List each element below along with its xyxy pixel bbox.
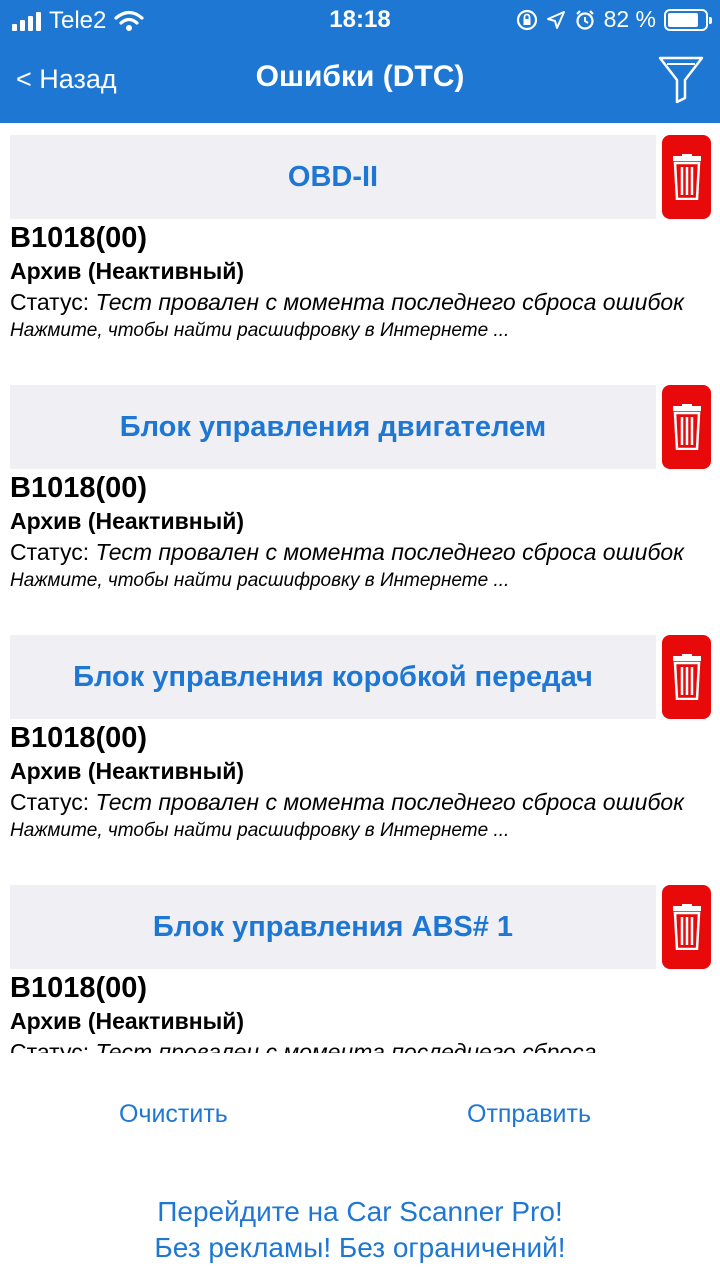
search-hint[interactable]: Нажмите, чтобы найти расшифровку в Интер…: [10, 317, 710, 345]
section-title: Блок управления коробкой передач: [73, 660, 593, 693]
dtc-archive: Архив (Неактивный): [10, 758, 245, 784]
dtc-status: Статус: Тест провален с момента последне…: [10, 1037, 710, 1053]
section-title: OBD-II: [287, 160, 379, 193]
location-icon: [546, 10, 565, 29]
nav-bar: < Назад Ошибки (DTC): [0, 40, 720, 123]
section-title: Блок управления ABS# 1: [152, 910, 514, 943]
search-hint[interactable]: Нажмите, чтобы найти расшифровку в Интер…: [10, 567, 710, 595]
section-title: Блок управления двигателем: [119, 410, 547, 443]
dtc-section: Блок управления ABS# 1 B1018(00) Архив (…: [0, 873, 720, 1053]
filter-icon[interactable]: [658, 54, 704, 104]
orientation-lock-icon: [516, 9, 537, 30]
upgrade-promo-link[interactable]: Перейдите на Car Scanner Pro! Без реклам…: [0, 1194, 720, 1266]
dtc-section: OBD-II B1018(00) Архив (Неактивный) Стат…: [0, 123, 720, 373]
dtc-status: Статус: Тест провален с момента последне…: [10, 787, 710, 817]
status-prefix: Статус:: [10, 1039, 90, 1053]
page-title: Ошибки (DTC): [255, 60, 465, 93]
dtc-code: B1018(00): [10, 722, 148, 754]
trash-icon: [672, 904, 701, 950]
dtc-section: Блок управления коробкой передач B1018(0…: [0, 623, 720, 873]
dtc-status: Статус: Тест провален с момента последне…: [10, 287, 710, 317]
trash-icon: [672, 654, 701, 700]
dtc-code: B1018(00): [10, 222, 148, 254]
section-header: Блок управления двигателем: [10, 385, 656, 469]
delete-button[interactable]: [662, 885, 711, 969]
dtc-archive: Архив (Неактивный): [10, 1008, 245, 1034]
delete-button[interactable]: [662, 385, 711, 469]
alarm-icon: [575, 9, 594, 30]
send-button[interactable]: Отправить: [467, 1100, 591, 1129]
section-header: Блок управления ABS# 1: [10, 885, 656, 969]
status-text: Тест провален с момента последнего сброс…: [95, 289, 685, 315]
section-header: OBD-II: [10, 135, 656, 219]
delete-button[interactable]: [662, 635, 711, 719]
battery-percent: 82 %: [603, 6, 656, 32]
top-bar: Tele2 18:18 82 % < Назад Ошибки (DTC): [0, 0, 720, 123]
dtc-list[interactable]: OBD-II B1018(00) Архив (Неактивный) Стат…: [0, 123, 720, 1053]
status-prefix: Статус:: [10, 539, 90, 565]
trash-icon: [672, 154, 701, 200]
status-prefix: Статус:: [10, 789, 90, 815]
dtc-entry[interactable]: B1018(00) Архив (Неактивный) Статус: Тес…: [10, 221, 710, 345]
search-hint[interactable]: Нажмите, чтобы найти расшифровку в Интер…: [10, 817, 710, 845]
status-text: Тест провален с момента последнего сброс…: [95, 789, 685, 815]
status-text: Тест провален с момента последнего сброс…: [95, 539, 685, 565]
status-right: 82 %: [516, 6, 712, 33]
dtc-entry[interactable]: B1018(00) Архив (Неактивный) Статус: Тес…: [10, 471, 710, 595]
status-text: Тест провален с момента последнего сброс…: [95, 1039, 597, 1053]
delete-button[interactable]: [662, 135, 711, 219]
dtc-code: B1018(00): [10, 972, 148, 1004]
status-bar: Tele2 18:18 82 %: [0, 0, 720, 40]
promo-line-1: Перейдите на Car Scanner Pro!: [157, 1196, 563, 1227]
dtc-entry[interactable]: B1018(00) Архив (Неактивный) Статус: Тес…: [10, 721, 710, 845]
battery-icon: [664, 8, 712, 31]
dtc-section: Блок управления двигателем B1018(00) Арх…: [0, 373, 720, 623]
clear-button[interactable]: Очистить: [119, 1100, 228, 1129]
dtc-archive: Архив (Неактивный): [10, 508, 245, 534]
section-header: Блок управления коробкой передач: [10, 635, 656, 719]
dtc-entry[interactable]: B1018(00) Архив (Неактивный) Статус: Тес…: [10, 971, 710, 1053]
dtc-status: Статус: Тест провален с момента последне…: [10, 537, 710, 567]
promo-line-2: Без рекламы! Без ограничений!: [154, 1232, 566, 1263]
status-prefix: Статус:: [10, 289, 90, 315]
trash-icon: [672, 404, 701, 450]
dtc-archive: Архив (Неактивный): [10, 258, 245, 284]
dtc-code: B1018(00): [10, 472, 148, 504]
